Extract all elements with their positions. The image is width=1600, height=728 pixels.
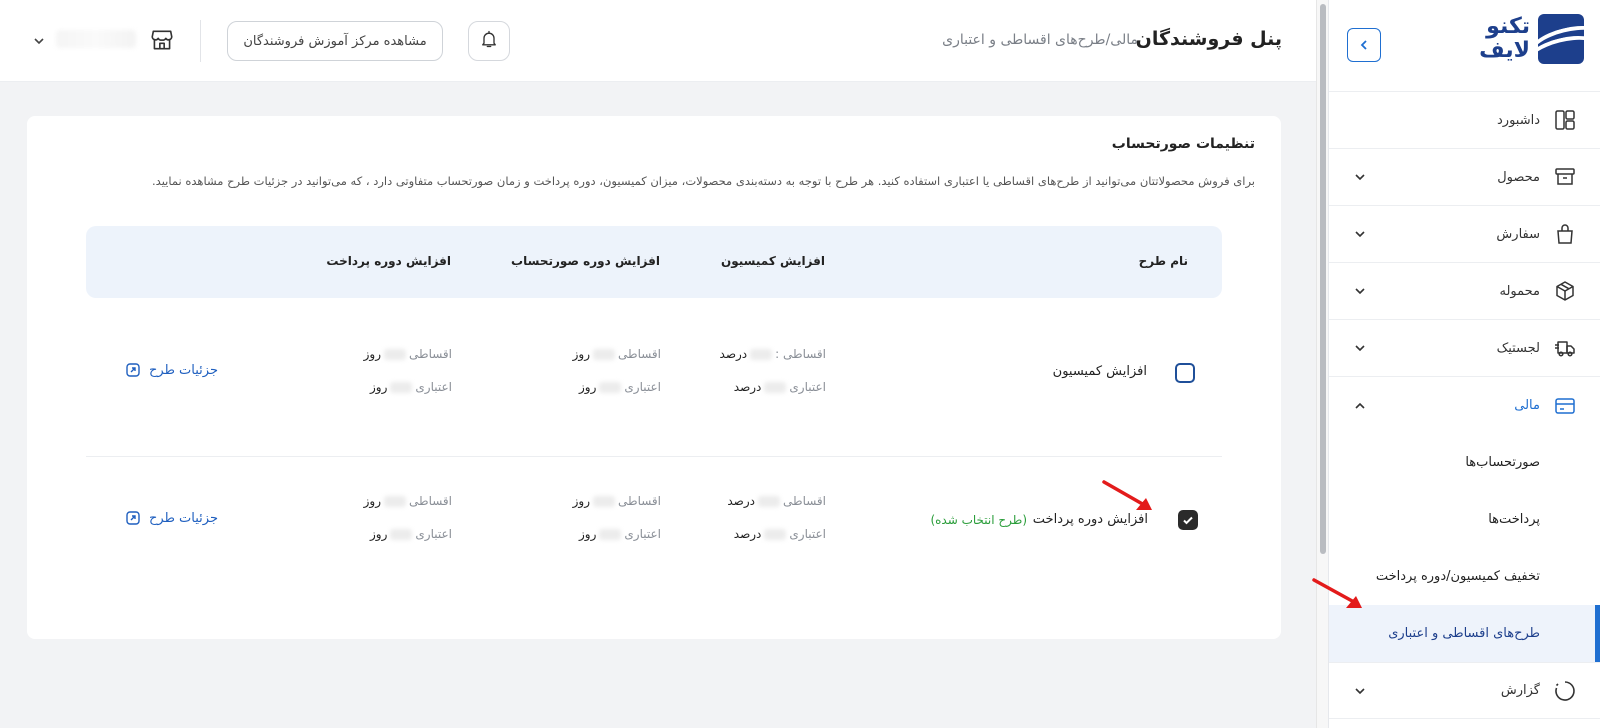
chevron-down-icon [1353,684,1367,698]
sidebar-item-label: مالی [1514,398,1540,413]
column-header-billing-period: افزایش دوره صورتحساب [511,254,660,268]
sidebar-item-label: محموله [1499,283,1540,299]
package-icon [1552,278,1578,304]
logo[interactable]: تکنو لایف [1479,14,1584,64]
sidebar-header: تکنو لایف [1329,0,1600,92]
chevron-down-icon[interactable] [32,34,46,48]
notifications-button[interactable] [468,21,510,61]
chevron-down-icon [1353,170,1367,184]
bell-icon [479,29,499,53]
sidebar-item-label: محصول [1497,169,1540,185]
external-link-icon [125,362,141,378]
commission-credit: اعتباریدرصد [733,380,826,394]
payment-credit: اعتباریروز [370,527,452,541]
page-title: پنل فروشندگان [1135,28,1282,50]
payment-credit: اعتباریروز [370,380,452,394]
sidebar-item-logistics[interactable]: لجستیک [1329,320,1600,377]
payment-installment: اقساطیروز [363,347,452,361]
billing-installment: اقساطیروز [572,494,661,508]
logo-text: تکنو لایف [1479,14,1530,63]
commission-installment: اقساطی :درصد [719,347,826,361]
annotation-arrow-icon [1312,578,1362,608]
bag-icon [1552,221,1578,247]
sidebar: تکنو لایف داشبورد محصول سفارش محموله لجس… [1328,0,1600,728]
sidebar-item-label: گزارش [1500,683,1540,698]
checkmark-icon [1182,511,1194,530]
billing-credit: اعتباریروز [579,380,661,394]
payment-installment: اقساطیروز [363,494,452,508]
commission-credit: اعتباریدرصد [733,527,826,541]
breadcrumb: مالی/طرح‌های اقساطی و اعتباری [942,32,1138,48]
column-header-commission: افزایش کمیسیون [721,254,825,268]
top-bar: پنل فروشندگان مالی/طرح‌های اقساطی و اعتب… [0,0,1316,82]
chevron-up-icon [1353,399,1367,413]
row-divider [86,456,1222,457]
selected-plan-badge: (طرح انتخاب شده) [930,513,1027,527]
sidebar-subitem-invoices[interactable]: صورتحساب‌ها [1329,434,1600,491]
scrollbar-thumb[interactable] [1320,4,1326,554]
logo-mark-icon [1538,14,1584,64]
column-header-plan-name: نام طرح [1138,254,1188,268]
truck-icon [1552,335,1578,361]
annotation-arrow-icon [1102,480,1152,510]
card-title: تنظیمات صورتحساب [1111,136,1255,152]
plan-select-checkbox-checked[interactable] [1178,510,1198,530]
column-header-payment-period: افزایش دوره پرداخت [326,254,451,268]
plan-select-checkbox[interactable] [1175,363,1195,383]
sidebar-item-order[interactable]: سفارش [1329,206,1600,263]
billing-settings-card: تنظیمات صورتحساب برای فروش محصولاتتان می… [27,116,1281,639]
card-icon [1552,393,1578,419]
seller-learning-center-button[interactable]: مشاهده مرکز آموزش فروشندگان [227,21,443,61]
sidebar-item-label: سفارش [1496,226,1540,242]
plan-details-link[interactable]: جزئیات طرح [125,362,218,378]
sidebar-item-dashboard[interactable]: داشبورد [1329,92,1600,149]
user-name-blurred[interactable] [56,30,136,48]
billing-credit: اعتباریروز [579,527,661,541]
report-icon [1552,678,1578,704]
card-description: برای فروش محصولاتتان می‌توانید از طرح‌ها… [152,174,1255,188]
sidebar-item-report[interactable]: گزارش [1329,662,1600,719]
chevron-down-icon [1353,284,1367,298]
table-header: نام طرح افزایش کمیسیون افزایش دوره صورتح… [86,226,1222,298]
billing-installment: اقساطیروز [572,347,661,361]
chevron-down-icon [1353,341,1367,355]
plan-name: افزایش کمیسیون [1052,364,1147,379]
sidebar-item-label: داشبورد [1497,112,1540,128]
chevron-left-icon [1358,36,1370,55]
plan-details-link[interactable]: جزئیات طرح [125,510,218,526]
header-divider [200,20,201,62]
sidebar-subitem-payments[interactable]: پرداخت‌ها [1329,491,1600,548]
store-icon[interactable] [148,26,176,54]
sidebar-item-label: لجستیک [1496,340,1540,356]
commission-installment: اقساطیدرصد [727,494,826,508]
page-scrollbar[interactable] [1316,0,1328,728]
chevron-down-icon [1353,227,1367,241]
sidebar-item-product[interactable]: محصول [1329,149,1600,206]
dashboard-icon [1552,107,1578,133]
sidebar-collapse-button[interactable] [1347,28,1381,62]
external-link-icon [125,510,141,526]
sidebar-item-shipment[interactable]: محموله [1329,263,1600,320]
box-icon [1552,164,1578,190]
sidebar-item-finance[interactable]: مالی [1329,377,1600,434]
